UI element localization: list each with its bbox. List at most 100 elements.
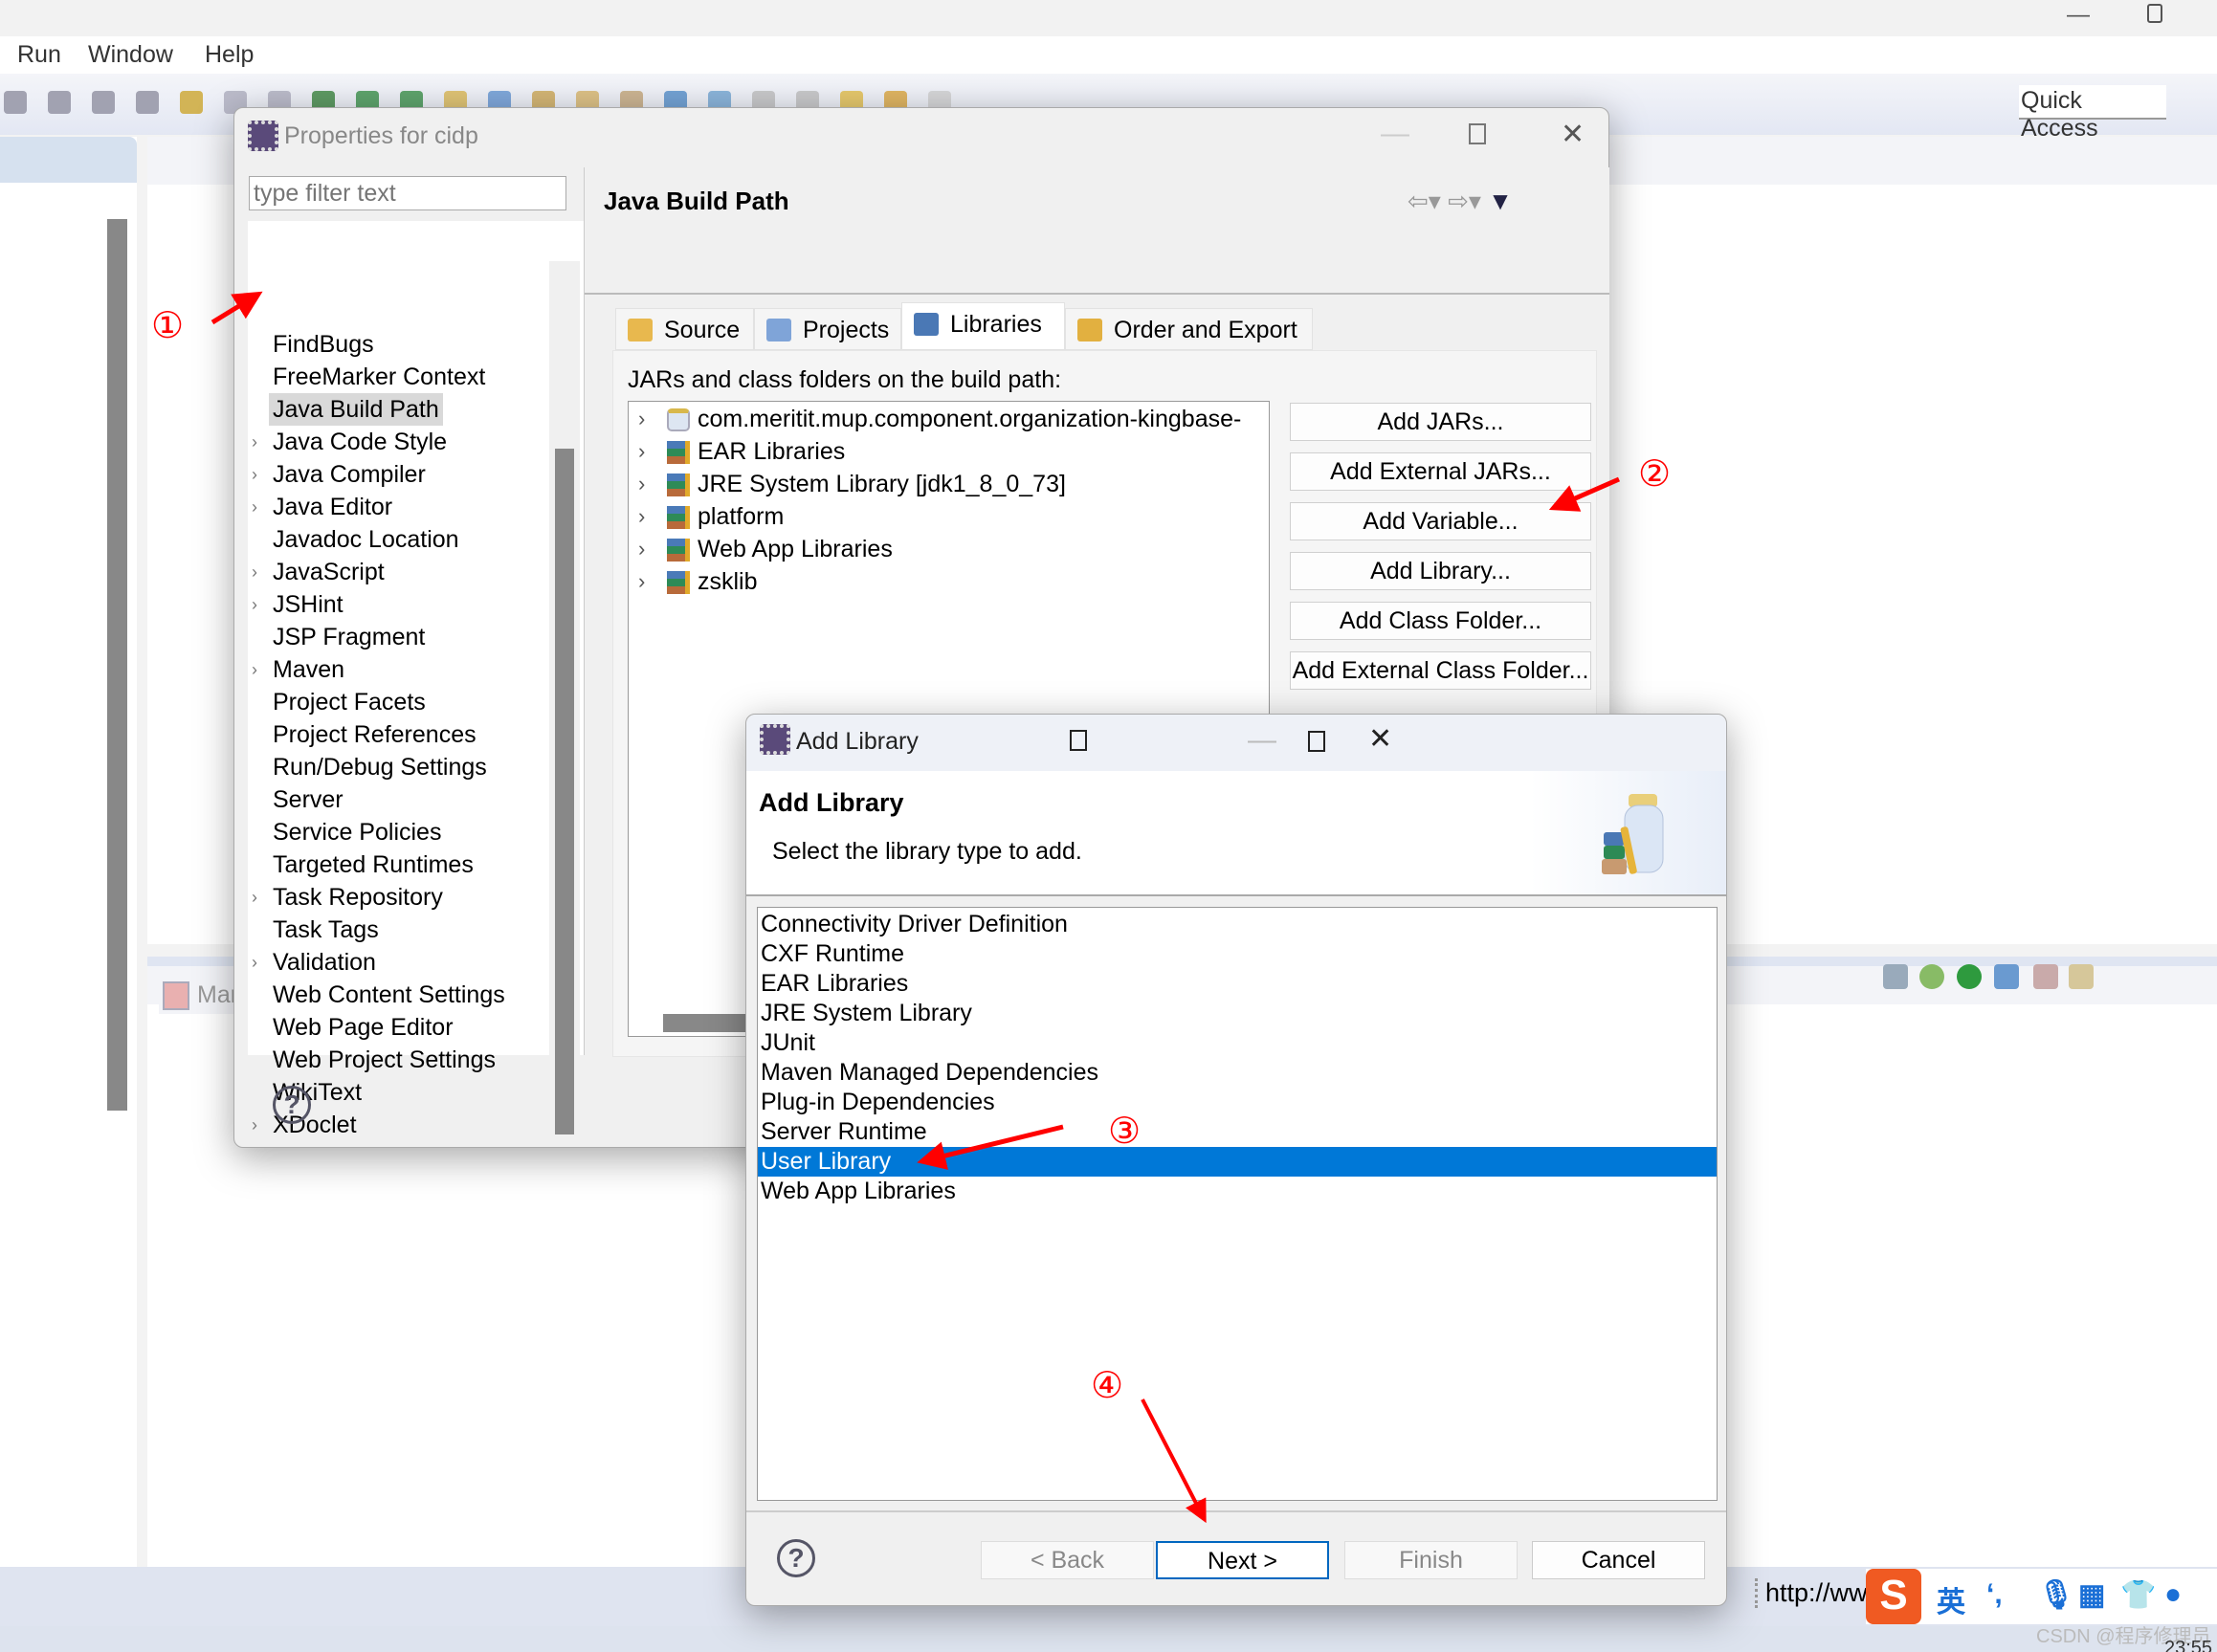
build-path-entry[interactable]: › EAR Libraries	[629, 435, 1269, 468]
tree-item-label: Server	[273, 786, 344, 813]
quick-access-field[interactable]: Quick Access	[2019, 85, 2166, 142]
library-type-item[interactable]: JUnit	[758, 1028, 1717, 1058]
stop-icon[interactable]	[2033, 964, 2058, 989]
add-variable-button[interactable]: Add Variable...	[1290, 502, 1591, 540]
chevron-right-icon[interactable]: ›	[252, 1109, 257, 1141]
chevron-right-icon[interactable]: ›	[638, 500, 645, 533]
toolbar-button-icon[interactable]	[92, 91, 115, 114]
app-titlebar: —	[0, 0, 2217, 36]
chevron-right-icon[interactable]: ›	[638, 533, 645, 565]
left-view-scrollbar[interactable]	[107, 219, 127, 1111]
forward-arrow-icon[interactable]: ⇨▾	[1448, 187, 1481, 215]
microphone-icon[interactable]: 🎙	[2038, 1578, 2074, 1612]
menu-help[interactable]: Help	[205, 41, 254, 69]
build-path-entry[interactable]: › Web App Libraries	[629, 533, 1269, 565]
maximize-icon[interactable]	[1308, 731, 1325, 752]
tree-item-label: Validation	[273, 949, 376, 976]
debug-icon[interactable]	[1919, 964, 1944, 989]
library-type-item[interactable]: CXF Runtime	[758, 939, 1717, 969]
finish-button[interactable]: Finish	[1344, 1541, 1518, 1579]
cancel-button[interactable]: Cancel	[1532, 1541, 1705, 1579]
chevron-right-icon[interactable]: ›	[638, 565, 645, 598]
tab-libraries[interactable]: Libraries	[901, 302, 1065, 350]
game-icon[interactable]: ●	[2164, 1578, 2182, 1611]
filter-input[interactable]	[249, 176, 566, 210]
library-type-item[interactable]: Web App Libraries	[758, 1177, 1717, 1206]
library-type-item[interactable]: Maven Managed Dependencies	[758, 1058, 1717, 1088]
build-path-entry[interactable]: › zsklib	[629, 565, 1269, 598]
chevron-right-icon[interactable]: ›	[252, 946, 257, 979]
chevron-right-icon[interactable]: ›	[638, 403, 645, 435]
library-type-item[interactable]: Server Runtime	[758, 1117, 1717, 1147]
minimize-window-icon[interactable]: —	[2067, 2, 2090, 29]
next-button[interactable]: Next >	[1156, 1541, 1329, 1579]
toolbar-button-icon[interactable]	[48, 91, 71, 114]
library-type-item[interactable]: Plug-in Dependencies	[758, 1088, 1717, 1117]
toolbar-button-icon[interactable]	[180, 91, 203, 114]
publish-icon[interactable]	[2069, 964, 2094, 989]
tree-item-label: Web Page Editor	[273, 1014, 454, 1041]
menu-run[interactable]: Run	[17, 41, 61, 69]
close-icon[interactable]: ✕	[1368, 722, 1392, 756]
horizontal-scrollbar[interactable]	[663, 1014, 753, 1032]
library-type-item[interactable]: User Library	[758, 1147, 1717, 1177]
toolbar-button-icon[interactable]	[136, 91, 159, 114]
chevron-right-icon[interactable]: ›	[252, 491, 257, 523]
tree-item-label: Maven	[273, 656, 345, 683]
keyboard-icon[interactable]: ▦	[2078, 1578, 2105, 1612]
add-external-jars-button[interactable]: Add External JARs...	[1290, 452, 1591, 491]
chevron-right-icon[interactable]: ›	[638, 468, 645, 500]
close-icon[interactable]: ✕	[1561, 118, 1585, 151]
library-type-item[interactable]: Connectivity Driver Definition	[758, 910, 1717, 939]
chevron-right-icon[interactable]: ›	[252, 881, 257, 914]
add-jars-button[interactable]: Add JARs...	[1290, 403, 1591, 441]
back-arrow-icon[interactable]: ⇦▾	[1408, 187, 1441, 215]
library-type-item[interactable]: JRE System Library	[758, 999, 1717, 1028]
chevron-right-icon[interactable]: ›	[252, 458, 257, 491]
toolbar-button-icon[interactable]	[4, 91, 27, 114]
add-library-button[interactable]: Add Library...	[1290, 552, 1591, 590]
ime-language-toggle[interactable]: 英	[1937, 1578, 1965, 1620]
tree-item-label: JSP Fragment	[273, 624, 426, 650]
help-icon[interactable]: ?	[777, 1539, 815, 1577]
minimize-icon[interactable]: —	[1381, 118, 1409, 150]
back-button[interactable]: < Back	[981, 1541, 1154, 1579]
chevron-right-icon[interactable]: ›	[252, 653, 257, 686]
sogou-ime-logo[interactable]: S	[1866, 1569, 1921, 1624]
profile-icon[interactable]	[1994, 964, 2019, 989]
add-class-folder-button[interactable]: Add Class Folder...	[1290, 602, 1591, 640]
markers-tab[interactable]: Mar	[159, 976, 239, 1014]
tree-scrollbar[interactable]	[555, 449, 574, 1134]
chevron-right-icon[interactable]: ›	[638, 435, 645, 468]
entry-label: JRE System Library [jdk1_8_0_73]	[698, 471, 1066, 497]
tab-projects[interactable]: Projects	[754, 308, 901, 350]
restore-window-icon[interactable]	[2147, 4, 2162, 23]
run-icon[interactable]	[1957, 964, 1982, 989]
maximize-icon[interactable]	[1469, 123, 1486, 144]
build-path-entry[interactable]: › com.meritit.mup.component.organization-…	[629, 403, 1269, 435]
build-path-entry[interactable]: › JRE System Library [jdk1_8_0_73]	[629, 468, 1269, 500]
collapse-all-icon[interactable]	[1883, 964, 1908, 989]
tab-source[interactable]: Source	[615, 308, 754, 350]
ime-punctuation-toggle[interactable]: ‘,	[1986, 1578, 2003, 1611]
tree-item-label: Java Code Style	[273, 429, 448, 455]
projects-folder-icon	[766, 319, 791, 341]
source-folder-icon	[628, 319, 653, 341]
add-external-class-folder-button[interactable]: Add External Class Folder...	[1290, 651, 1591, 690]
chevron-right-icon[interactable]: ›	[252, 556, 257, 588]
annotation-2: ②	[1638, 454, 1672, 495]
chevron-right-icon[interactable]: ›	[252, 426, 257, 458]
help-icon[interactable]: ?	[273, 1086, 311, 1124]
skin-icon[interactable]: 👕	[2120, 1578, 2156, 1612]
build-path-entry[interactable]: › platform	[629, 500, 1269, 533]
library-type-item[interactable]: EAR Libraries	[758, 969, 1717, 999]
tree-item-label: Java Editor	[273, 494, 393, 520]
tree-item-label: Java Build Path	[269, 393, 443, 426]
menu-window[interactable]: Window	[88, 41, 173, 69]
tree-item-label: JavaScript	[273, 559, 385, 585]
chevron-right-icon[interactable]: ›	[252, 588, 257, 621]
minimize-icon[interactable]: —	[1248, 724, 1276, 757]
view-menu-icon[interactable]: ▼	[1488, 187, 1513, 215]
tab-order-and-export[interactable]: Order and Export	[1065, 308, 1313, 350]
page-title: Java Build Path	[604, 187, 789, 215]
